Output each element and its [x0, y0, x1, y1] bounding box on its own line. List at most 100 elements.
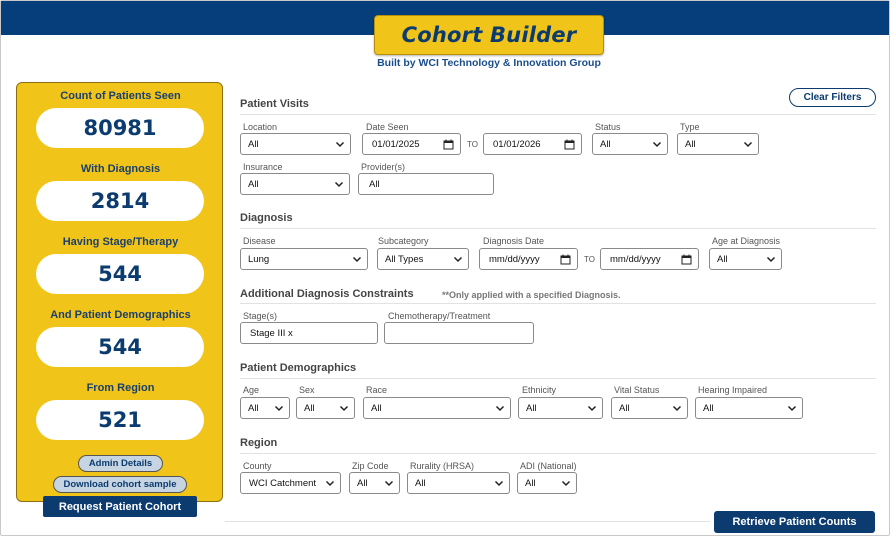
download-cohort-sample-button[interactable]: Download cohort sample	[53, 476, 187, 493]
age-at-diagnosis-label: Age at Diagnosis	[712, 236, 781, 246]
diagnosis-date-from-value: mm/dd/yyyy	[489, 253, 540, 265]
stat-value-stage-therapy: 544	[36, 254, 204, 294]
providers-input[interactable]: All	[358, 173, 494, 195]
chevron-down-icon	[743, 141, 753, 148]
chevron-down-icon	[787, 405, 797, 412]
age-select[interactable]: All	[240, 397, 290, 419]
status-select[interactable]: All	[592, 133, 668, 155]
chevron-down-icon	[274, 405, 284, 412]
location-select[interactable]: All	[240, 133, 351, 155]
hearing-impaired-select[interactable]: All	[695, 397, 803, 419]
page-subtitle: Built by WCI Technology & Innovation Gro…	[377, 57, 601, 69]
stages-input[interactable]: Stage III x	[240, 322, 378, 344]
age-value: All	[248, 402, 259, 414]
stat-value-with-diagnosis: 2814	[36, 181, 204, 221]
chevron-down-icon	[561, 480, 571, 487]
providers-value: All	[369, 178, 380, 190]
chevron-down-icon	[453, 256, 463, 263]
diagnosis-date-label: Diagnosis Date	[483, 236, 545, 246]
chevron-down-icon	[652, 141, 662, 148]
stat-value-patients-seen: 80981	[36, 108, 204, 148]
ethnicity-value: All	[526, 402, 537, 414]
disease-value: Lung	[248, 253, 270, 265]
type-select[interactable]: All	[677, 133, 759, 155]
rurality-select[interactable]: All	[407, 472, 510, 494]
disease-select[interactable]: Lung	[240, 248, 368, 270]
chevron-down-icon	[495, 405, 505, 412]
section-title-patient-demographics: Patient Demographics	[240, 362, 357, 374]
adi-select[interactable]: All	[517, 472, 577, 494]
section-title-additional-constraints: Additional Diagnosis Constraints	[240, 288, 414, 300]
chevron-down-icon	[352, 256, 362, 263]
status-label: Status	[595, 122, 621, 132]
chevron-down-icon	[384, 480, 394, 487]
vital-status-label: Vital Status	[614, 385, 660, 395]
hearing-impaired-value: All	[703, 402, 714, 414]
race-select[interactable]: All	[363, 397, 511, 419]
chevron-down-icon	[672, 405, 682, 412]
hearing-impaired-label: Hearing Impaired	[698, 385, 768, 395]
date-range-to-label: TO	[467, 140, 478, 149]
page-title: Cohort Builder	[401, 23, 577, 47]
date-seen-from-value: 01/01/2025	[372, 138, 420, 150]
date-seen-to-value: 01/01/2026	[493, 138, 541, 150]
divider	[225, 521, 710, 522]
type-value: All	[685, 138, 696, 150]
section-title-diagnosis: Diagnosis	[240, 212, 293, 224]
location-label: Location	[243, 122, 278, 132]
diagnosis-date-from-input[interactable]: mm/dd/yyyy	[479, 248, 578, 270]
date-range-to-label: TO	[584, 255, 595, 264]
age-label: Age	[243, 385, 260, 395]
sex-value: All	[304, 402, 315, 414]
chevron-down-icon	[335, 141, 345, 148]
vital-status-select[interactable]: All	[611, 397, 688, 419]
chemotherapy-input[interactable]	[384, 322, 534, 344]
vital-status-value: All	[619, 402, 630, 414]
clear-filters-button[interactable]: Clear Filters	[789, 88, 876, 107]
section-title-patient-visits: Patient Visits	[240, 98, 309, 110]
stages-label: Stage(s)	[243, 311, 278, 321]
insurance-label: Insurance	[243, 162, 283, 172]
chevron-down-icon	[494, 480, 504, 487]
chevron-down-icon	[325, 480, 335, 487]
county-value: WCI Catchment	[249, 477, 317, 489]
ethnicity-select[interactable]: All	[518, 397, 603, 419]
stat-value-demographics: 544	[36, 327, 204, 367]
chemotherapy-label: Chemotherapy/Treatment	[388, 311, 491, 321]
divider	[240, 378, 876, 379]
race-value: All	[371, 402, 382, 414]
request-patient-cohort-button[interactable]: Request Patient Cohort	[43, 496, 197, 517]
subcategory-label: Subcategory	[378, 236, 429, 246]
sex-label: Sex	[299, 385, 315, 395]
calendar-icon	[560, 254, 571, 265]
stat-label-region: From Region	[86, 382, 155, 394]
retrieve-patient-counts-button[interactable]: Retrieve Patient Counts	[714, 511, 875, 533]
county-select[interactable]: WCI Catchment	[240, 472, 341, 494]
zip-code-select[interactable]: All	[349, 472, 400, 494]
stat-label-patients-seen: Count of Patients Seen	[60, 90, 181, 102]
chevron-down-icon	[334, 181, 344, 188]
sex-select[interactable]: All	[296, 397, 355, 419]
diagnosis-date-to-input[interactable]: mm/dd/yyyy	[600, 248, 699, 270]
counts-sidebar: Count of Patients Seen 80981 With Diagno…	[16, 82, 223, 502]
providers-label: Provider(s)	[361, 162, 406, 172]
stage-tag[interactable]: Stage III x	[250, 328, 293, 339]
title-box: Cohort Builder	[374, 15, 604, 55]
subcategory-select[interactable]: All Types	[377, 248, 469, 270]
age-at-diagnosis-value: All	[717, 253, 728, 265]
divider	[240, 453, 876, 454]
date-seen-label: Date Seen	[366, 122, 409, 132]
zip-code-label: Zip Code	[352, 461, 389, 471]
location-value: All	[248, 138, 259, 150]
admin-details-button[interactable]: Admin Details	[78, 455, 163, 472]
date-seen-to-input[interactable]: 01/01/2026	[483, 133, 582, 155]
calendar-icon	[443, 139, 454, 150]
insurance-select[interactable]: All	[240, 173, 350, 195]
subcategory-value: All Types	[385, 253, 424, 265]
date-seen-from-input[interactable]: 01/01/2025	[362, 133, 461, 155]
divider	[240, 303, 876, 304]
stat-label-demographics: And Patient Demographics	[50, 309, 191, 321]
status-value: All	[600, 138, 611, 150]
stat-label-with-diagnosis: With Diagnosis	[80, 163, 161, 175]
age-at-diagnosis-select[interactable]: All	[709, 248, 782, 270]
